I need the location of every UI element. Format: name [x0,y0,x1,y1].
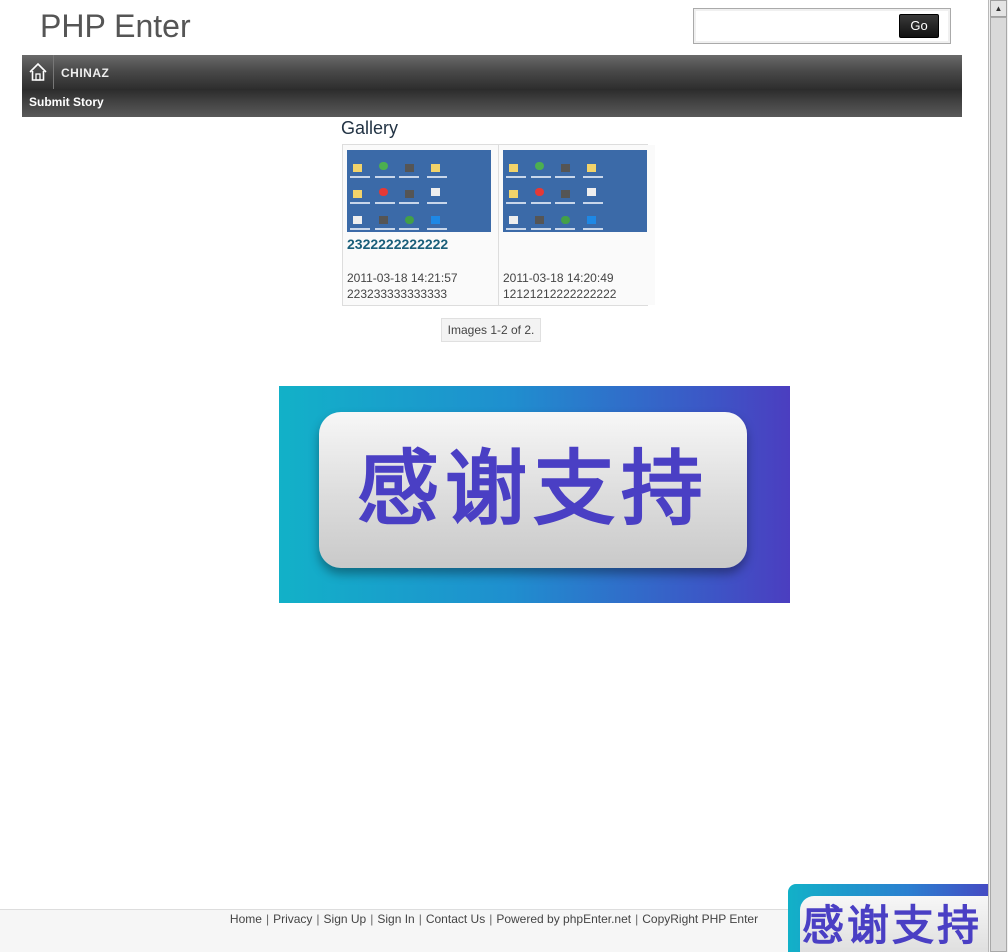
gallery-thumbnail[interactable] [347,150,491,232]
gallery-pager: Images 1-2 of 2. [441,318,541,342]
site-title[interactable]: PHP Enter [40,8,191,45]
footer-link-home[interactable]: Home [230,912,262,926]
footer-powered-prefix: Powered by [496,912,560,926]
banner-text: 感谢支持 [356,442,709,537]
main-navbar: CHINAZ [22,55,962,89]
footer-link-sign-in[interactable]: Sign In [377,912,414,926]
gallery-item-description: 12121212222222222 [503,287,617,301]
gallery-item-date: 2011-03-18 14:21:57 [347,271,458,285]
floating-thanks-banner[interactable]: 感谢支持 [788,884,1008,952]
nav-item-chinaz[interactable]: CHINAZ [61,66,109,80]
home-button[interactable] [22,55,54,89]
search-box: Go [693,8,951,44]
gallery-heading: Gallery [341,118,399,138]
footer-link-contact-us[interactable]: Contact Us [426,912,485,926]
search-go-button[interactable]: Go [899,14,939,38]
vertical-scrollbar[interactable]: ▲ [988,0,1008,952]
scrollbar-thumb[interactable] [990,17,1007,952]
thanks-banner[interactable]: 感谢支持 [279,386,790,603]
gallery-item: 2322222222222 2011-03-18 14:21:57 223233… [343,145,499,305]
footer-link-privacy[interactable]: Privacy [273,912,312,926]
home-icon [29,62,47,81]
footer-link-phpenter[interactable]: phpEnter.net [563,912,631,926]
floating-banner-text: 感谢支持 [802,901,983,950]
footer-link-sign-up[interactable]: Sign Up [324,912,367,926]
banner-pill: 感谢支持 [319,412,747,568]
gallery-item: 2011-03-18 14:20:49 12121212222222222 [499,145,655,305]
sub-navbar: Submit Story [22,89,962,117]
footer-copyright: CopyRight PHP Enter [642,912,759,926]
scroll-up-arrow-icon[interactable]: ▲ [990,0,1007,17]
gallery-item-date: 2011-03-18 14:20:49 [503,271,614,285]
gallery-thumbnail[interactable] [503,150,647,232]
gallery-grid: 2322222222222 2011-03-18 14:21:57 223233… [342,144,655,306]
submit-story-link[interactable]: Submit Story [29,95,104,109]
gallery-item-title[interactable]: 2322222222222 [347,236,448,252]
search-input[interactable] [700,15,894,39]
gallery-item-description: 223233333333333 [347,287,448,301]
